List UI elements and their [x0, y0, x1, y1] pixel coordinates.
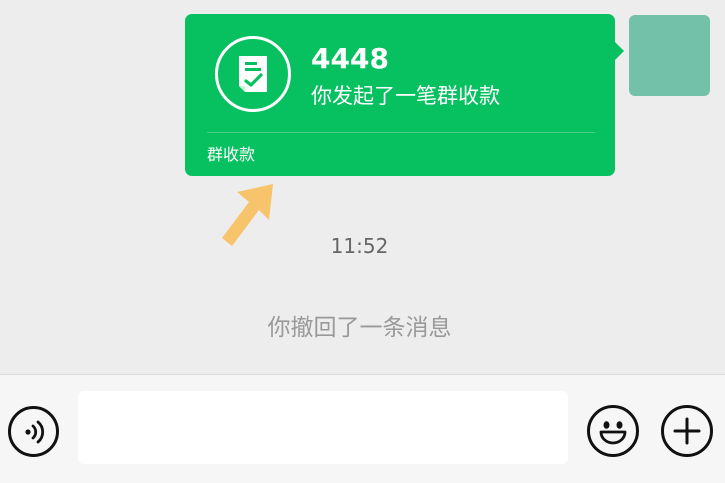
emoji-smile-icon: [599, 421, 627, 445]
input-bar: [0, 374, 725, 483]
recall-notice: 你撤回了一条消息: [267, 315, 452, 341]
message-input[interactable]: [78, 391, 568, 464]
card-footer-label: 群收款: [207, 145, 256, 164]
payment-description: 你发起了一笔群收款: [311, 84, 500, 108]
plus-icon: [673, 417, 701, 445]
chat-area: 4448 你发起了一笔群收款 群收款 11:52 你撤回了一条消息: [0, 0, 725, 374]
user-avatar[interactable]: [629, 15, 710, 96]
message-timestamp: 11:52: [330, 234, 389, 258]
bubble-tail: [613, 40, 624, 62]
payment-amount: 4448: [311, 42, 389, 75]
plus-button[interactable]: [661, 405, 713, 457]
voice-icon: [25, 420, 45, 444]
emoji-button[interactable]: [587, 405, 639, 457]
receipt-check-icon: [215, 36, 291, 112]
card-divider: [207, 132, 595, 133]
voice-button[interactable]: [8, 406, 59, 457]
group-payment-card[interactable]: 4448 你发起了一笔群收款 群收款: [185, 14, 615, 176]
